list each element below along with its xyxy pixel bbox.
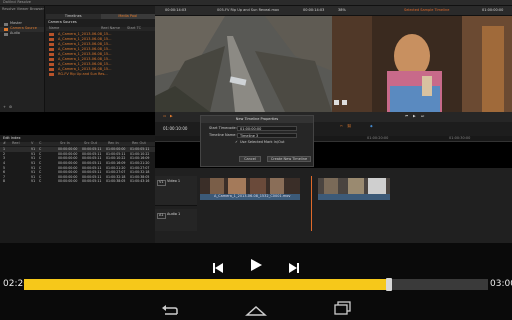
road-footage-frame — [155, 16, 332, 112]
use-mark-checkbox[interactable]: ✓ — [235, 140, 238, 145]
start-timecode-label: Start Timecode: — [209, 126, 237, 130]
app-title: DaVinci Resolve — [3, 0, 31, 4]
back-icon[interactable] — [160, 302, 180, 315]
recent-apps-icon[interactable] — [334, 300, 352, 315]
timeline-name-field[interactable]: Timeline 3 — [237, 133, 297, 138]
timeline-viewer[interactable] — [332, 16, 512, 112]
link-tool-icon[interactable]: ⛓ — [347, 124, 351, 129]
skip-previous-icon[interactable] — [212, 259, 224, 273]
timeline-play-icon[interactable]: ▶ — [413, 114, 416, 119]
clip-filmstrip — [318, 178, 390, 194]
video-clip-2[interactable] — [318, 178, 390, 200]
media-pool-panel: Resolve Viewer Browser Master Camera Sou… — [0, 6, 155, 112]
clip-thumbnail — [49, 53, 54, 56]
edit-index-panel: Edit Index # Reel V C Src In Src Out Rec… — [0, 135, 155, 243]
folder-audio[interactable]: Audio — [0, 32, 44, 37]
source-viewer[interactable] — [155, 16, 332, 112]
table-cell: 00:00:00:00 — [58, 179, 78, 184]
section-title: Camera Sources — [48, 20, 77, 24]
bin-list: Resolve Viewer Browser Master Camera Sou… — [0, 6, 45, 112]
clip-thumbnail — [49, 33, 54, 36]
folder-icon — [4, 27, 8, 31]
seek-thumb[interactable] — [386, 278, 393, 291]
play-icon[interactable] — [249, 257, 263, 271]
browser-title: Resolve Viewer Browser — [2, 7, 44, 11]
home-icon[interactable] — [245, 302, 267, 316]
bin-options-icon[interactable]: ⚙ — [9, 105, 12, 110]
table-cell: C — [39, 179, 42, 184]
edit-index-header: # Reel V C Src In Src Out Rec In Rec Out — [0, 141, 155, 146]
source-mark-icon[interactable]: ▭ — [163, 114, 166, 119]
clip-thumbnail — [49, 63, 54, 66]
clip-row[interactable]: RG-FV Rip Up and Sun Res... — [46, 72, 155, 77]
timeline-viewer-header: 38% Selected Sample Timeline 01:00:00:00 — [332, 6, 512, 16]
snapping-icon[interactable]: ◆ — [370, 124, 373, 129]
folder-icon — [4, 22, 8, 26]
blade-tool-icon[interactable]: ✂ — [340, 124, 343, 129]
edit-index-rows: 1 V1 C 00:00:00:00 00:00:05:11 01:00:00:00 01:… — [0, 147, 155, 184]
clip-thumbnail — [49, 43, 54, 46]
timeline-name-label: Timeline Name: — [209, 133, 237, 137]
table-cell: 8 — [3, 179, 6, 184]
table-cell: 00:00:05:11 — [82, 179, 102, 184]
player-controls: 02:26 03:00 — [0, 243, 512, 320]
add-bin-button[interactable]: + — [3, 105, 6, 110]
source-viewer-header: 00:00:14:03 005-FV Rip Up and Sun Reveal… — [155, 6, 332, 16]
timeline-prev-icon[interactable]: ⏮ — [405, 114, 408, 119]
use-mark-label: Use Selected Mark In/Out — [240, 140, 285, 144]
bin-controls: + ⚙ — [3, 105, 43, 110]
table-row[interactable]: 8 V1 C 00:00:00:00 00:00:05:11 01:00:38:05 01:… — [0, 179, 155, 184]
source-clip-title: 005-FV Rip Up and Sun Reveal.mov — [217, 8, 280, 12]
clip-list: A_Camera_1_2013-06-08_15... A_Camera_1_2… — [46, 32, 155, 77]
clip-columns: Name Reel Name Start TC — [46, 26, 155, 31]
table-cell: V1 — [31, 179, 36, 184]
new-timeline-dialog: New Timeline Properties Start Timecode: … — [200, 115, 314, 167]
clip-thumbnail — [49, 68, 54, 71]
cancel-button[interactable]: Cancel — [239, 156, 261, 162]
video-clip[interactable]: A_Camera_1_2013-06-08_1532_C0001.mov — [200, 178, 300, 200]
folder-icon — [4, 32, 8, 36]
audio-track-header[interactable]: Audio 1 A1 — [155, 209, 197, 231]
clip-thumbnail — [49, 73, 54, 76]
seek-bar-progress — [24, 279, 390, 290]
video-track-label: Video 1 — [167, 179, 181, 183]
skip-next-icon[interactable] — [288, 259, 300, 273]
clip-thumbnail — [49, 48, 54, 51]
total-time: 03:00 — [490, 279, 512, 289]
table-cell: 01:00:38:05 — [106, 179, 126, 184]
create-timeline-button[interactable]: Create New Timeline — [267, 156, 311, 162]
timeline-viewer-title: Selected Sample Timeline — [404, 8, 450, 12]
tab-timelines[interactable]: Timelines — [46, 14, 101, 19]
timeline-next-icon[interactable]: ⏭ — [421, 114, 424, 119]
source-timecode-left: 00:00:14:03 — [165, 8, 187, 12]
timeline-timecode: 01:00:10:00 — [163, 126, 188, 131]
table-cell: 01:00:43:16 — [130, 179, 150, 184]
clip-thumbnail — [49, 38, 54, 41]
audio-track-label: Audio 1 — [167, 212, 181, 216]
dialog-title: New Timeline Properties — [201, 116, 313, 123]
playhead[interactable] — [311, 176, 312, 231]
source-timecode-right: 00:00:14:03 — [303, 8, 325, 12]
clip-thumbnail — [49, 58, 54, 61]
clip-name: A_Camera_1_2013-06-08_1532_C0001.mov — [214, 194, 291, 198]
media-tabs: Timelines Media Pool — [46, 14, 155, 19]
zoom-level[interactable]: 38% — [338, 8, 346, 13]
start-timecode-field[interactable]: 01:00:00:00 — [237, 126, 297, 131]
timeline-viewer-timecode: 01:00:00:00 — [482, 8, 504, 12]
source-play-icon[interactable]: ▶ — [170, 114, 173, 119]
video-track-header[interactable]: Video 1 V1 — [155, 176, 197, 206]
seek-bar[interactable] — [24, 278, 488, 291]
tab-media-pool[interactable]: Media Pool — [100, 14, 155, 19]
people-footage-frame — [332, 16, 512, 112]
